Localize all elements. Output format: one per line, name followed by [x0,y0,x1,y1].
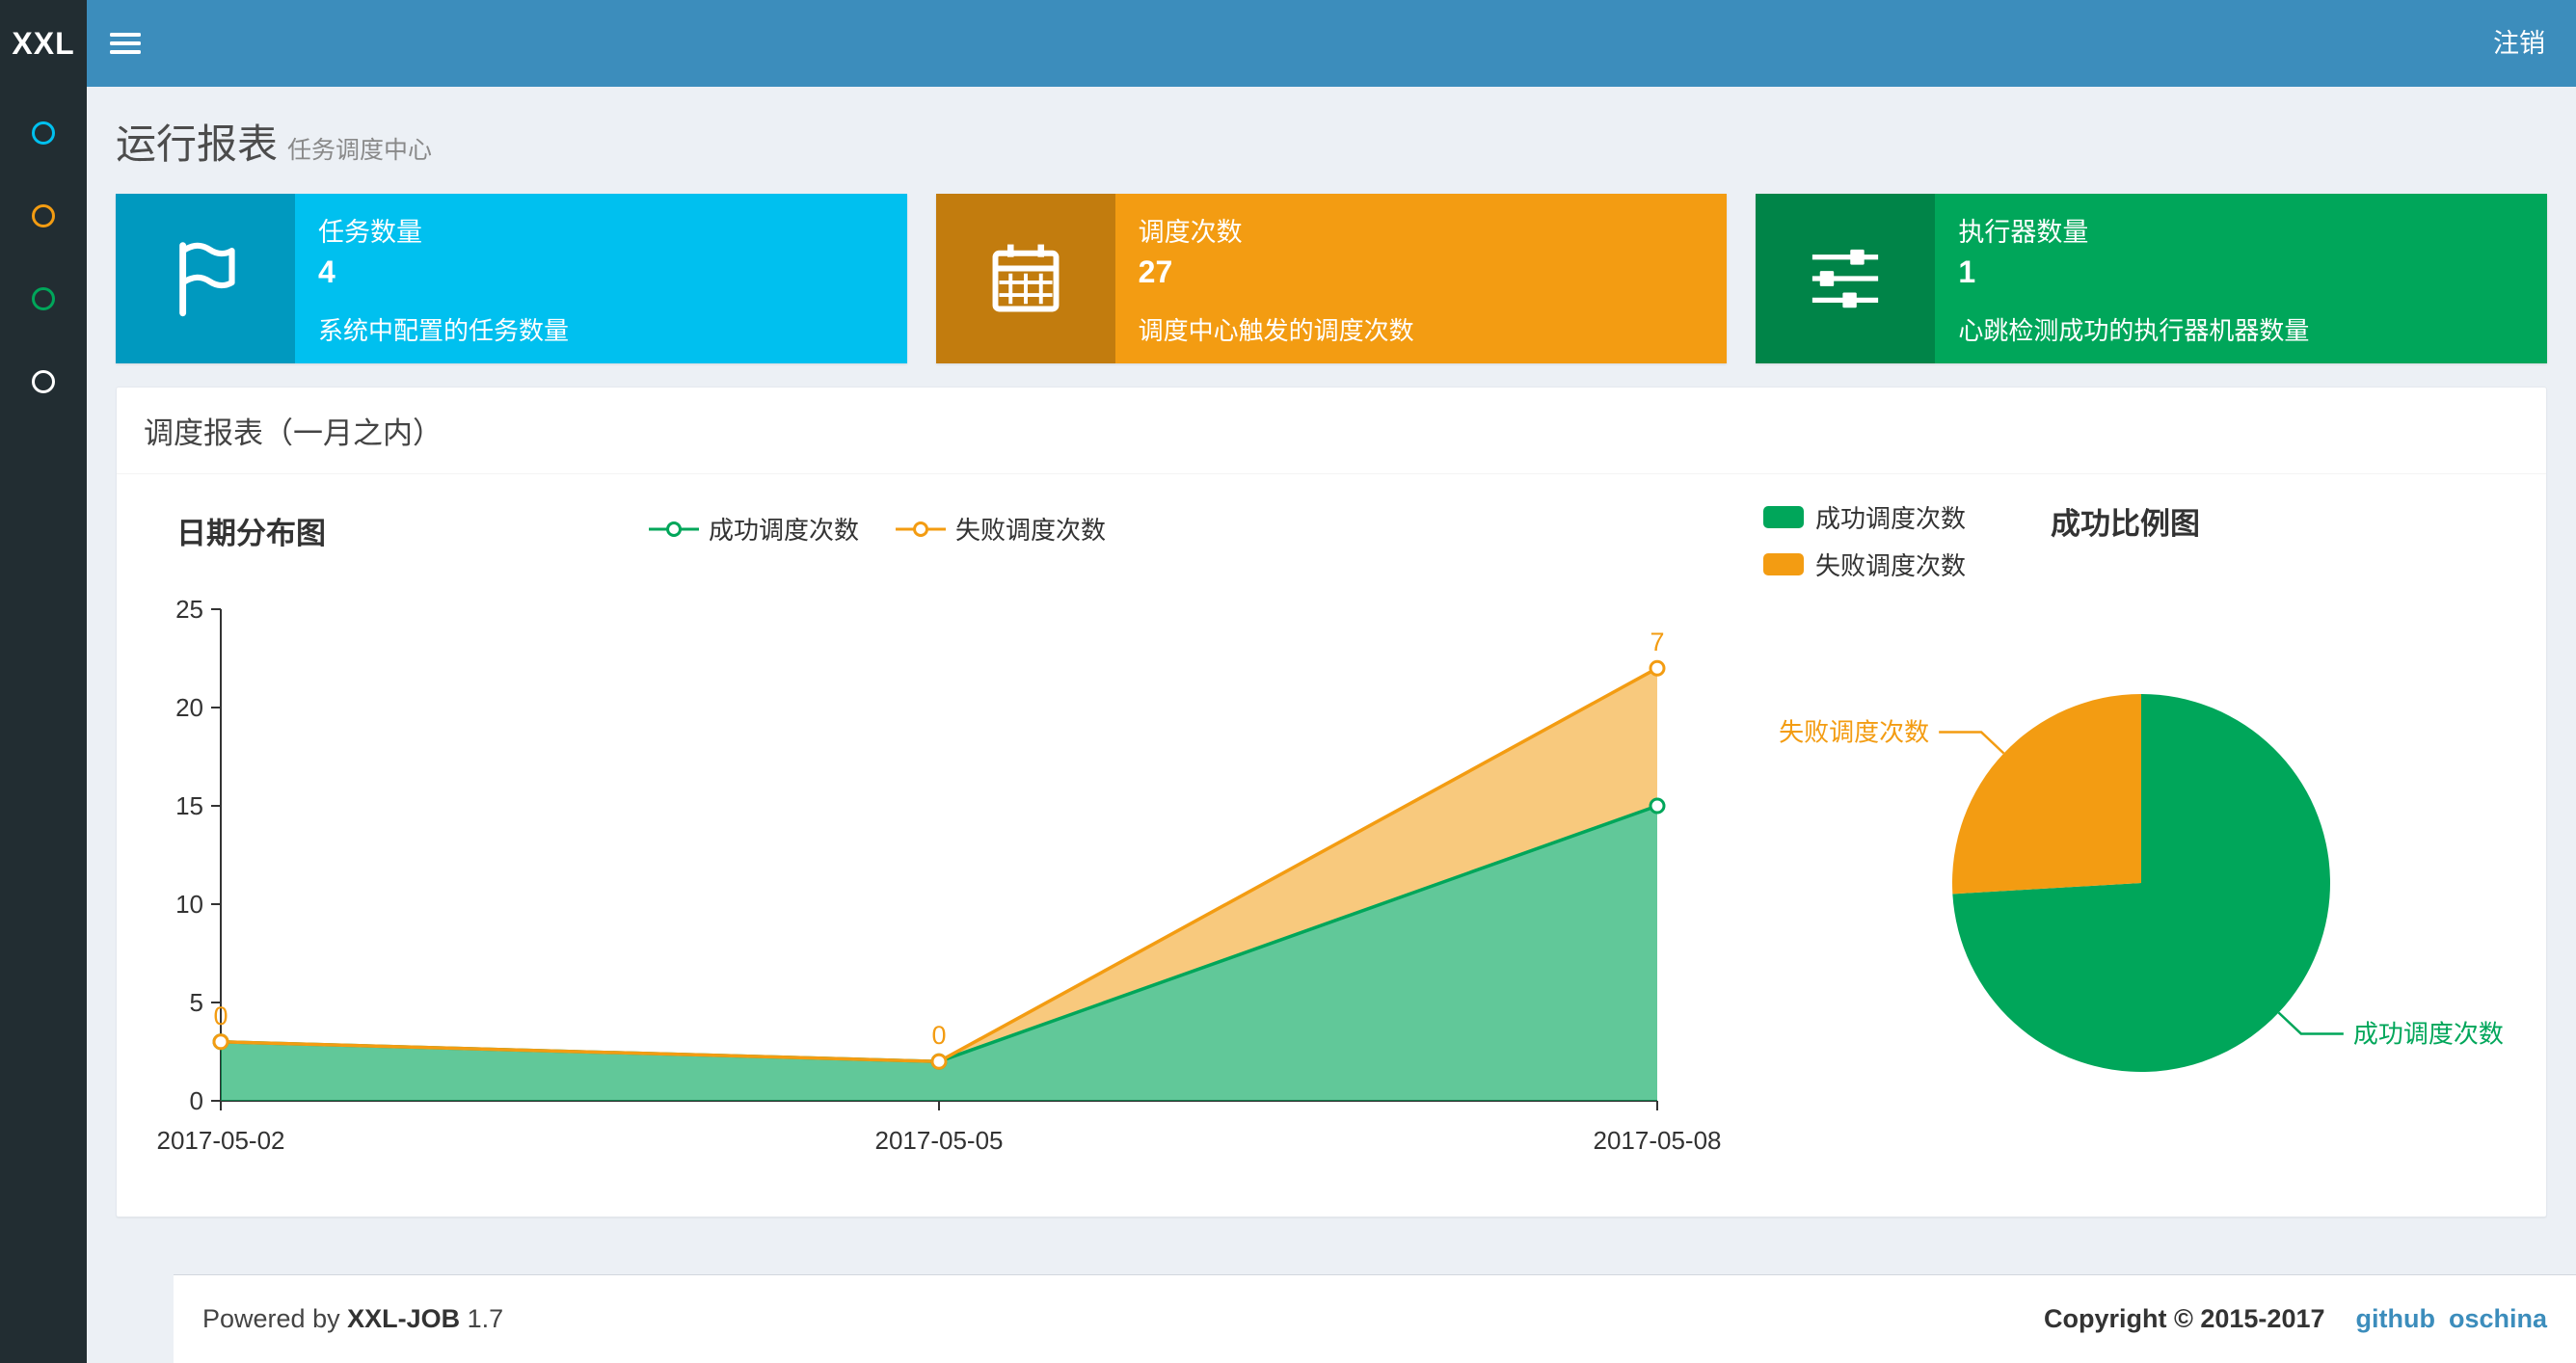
svg-text:10: 10 [175,890,203,919]
line-chart-svg: 05101520252017-05-02 2017-05-05 2017-05-08… [157,595,1722,1155]
info-box-description: 系统中配置的任务数量 [318,315,570,345]
info-box-title: 执行器数量 [1958,217,2089,247]
info-box-value: 27 [1138,254,1173,289]
charts-container: 日期分布图 成功调度次数 失败调度次数 0 5 10 15 20 25 2017… [117,474,2546,1216]
github-link[interactable]: github [2356,1304,2435,1334]
product-name: XXL-JOB [347,1304,461,1333]
page-title: 运行报表 [116,121,279,167]
sidebar-item-1-icon[interactable] [32,121,55,145]
sliders-icon [1756,194,1936,363]
svg-text:成功调度次数: 成功调度次数 [2353,1019,2504,1048]
legend-label: 失败调度次数 [955,516,1107,545]
logout-link[interactable]: 注销 [2462,0,2576,87]
stat-boxes-row: 任务数量 4 系统中配置的任务数量 调度次数 27 调度中心触发的调度次数 执行… [87,174,2576,363]
hamburger-icon [110,33,141,54]
info-box-value: 1 [1958,254,1976,289]
info-box-title: 任务数量 [318,217,422,247]
main-content: 运行报表 任务调度中心 任务数量 4 系统中配置的任务数量 调度次数 27 调度… [87,0,2576,1363]
svg-text:0: 0 [931,1021,946,1050]
green-swatch-icon [1763,506,1804,528]
oschina-link[interactable]: oschina [2449,1304,2547,1334]
line-marker-icon [896,521,947,537]
info-box-job-count: 任务数量 4 系统中配置的任务数量 [116,194,907,363]
info-box-title: 调度次数 [1138,217,1243,247]
sidebar-item-3-icon[interactable] [32,287,55,310]
pie-legend-success[interactable]: 成功调度次数 [1763,499,1966,535]
svg-text:15: 15 [175,791,203,820]
info-box-content: 任务数量 4 系统中配置的任务数量 [295,194,907,363]
pie-chart-svg: 成功调度次数 失败调度次数 [1779,694,2504,1072]
svg-text:0: 0 [190,1086,203,1115]
pie-chart-legend: 成功调度次数 失败调度次数 [1763,499,1966,594]
page-footer: Powered by XXL-JOB 1.7 Copyright © 2015-… [174,1274,2576,1363]
report-panel-title: 调度报表（一月之内） [117,388,2546,474]
info-box-executor-count: 执行器数量 1 心跳检测成功的执行器机器数量 [1756,194,2548,363]
sidebar-toggle-button[interactable] [87,0,164,87]
info-box-value: 4 [318,254,335,289]
info-box-trigger-count: 调度次数 27 调度中心触发的调度次数 [935,194,1728,363]
legend-label: 失败调度次数 [1815,551,1967,580]
orange-swatch-icon [1763,553,1804,575]
pie-chart-title: 成功比例图 [2051,507,2201,541]
sidebar [0,87,87,1363]
line-chart-legend: 成功调度次数 失败调度次数 [649,511,1142,547]
svg-text:2017-05-02: 2017-05-02 [157,1126,285,1155]
top-navbar: XXL 注销 [0,0,2576,87]
line-chart-title: 日期分布图 [176,516,326,550]
svg-text:25: 25 [175,595,203,624]
pie-legend-fail[interactable]: 失败调度次数 [1763,547,1966,582]
svg-text:2017-05-08: 2017-05-08 [1594,1126,1722,1155]
line-marker-icon [649,521,700,537]
legend-label: 成功调度次数 [709,516,860,545]
svg-text:20: 20 [175,693,203,722]
success-ratio-chart: 成功调度次数 失败调度次数 成功比例图 成功调度次数 失败调度次数 [1736,499,2527,1188]
info-box-description: 调度中心触发的调度次数 [1138,315,1414,345]
app-logo[interactable]: XXL [0,0,87,87]
svg-text:0: 0 [213,1002,228,1030]
report-panel: 调度报表（一月之内） 日期分布图 成功调度次数 失败调度次数 0 5 10 15… [116,387,2547,1217]
flag-icon [116,194,295,363]
legend-item-fail[interactable]: 失败调度次数 [896,511,1106,547]
calendar-icon [935,194,1115,363]
info-box-description: 心跳检测成功的执行器机器数量 [1958,315,2310,345]
powered-by-text: Powered by XXL-JOB 1.7 [202,1304,504,1333]
svg-text:5: 5 [190,988,203,1017]
date-distribution-chart: 日期分布图 成功调度次数 失败调度次数 0 5 10 15 20 25 2017… [134,499,1736,1188]
svg-text:失败调度次数: 失败调度次数 [1779,718,1929,747]
legend-label: 成功调度次数 [1815,504,1967,533]
svg-text:7: 7 [1650,628,1664,656]
svg-text:2017-05-05: 2017-05-05 [875,1126,1004,1155]
sidebar-item-2-icon[interactable] [32,204,55,227]
sidebar-menu [0,87,87,453]
page-subtitle: 任务调度中心 [287,137,433,164]
sidebar-item-4-icon[interactable] [32,370,55,393]
copyright-text: Copyright © 2015-2017 [2043,1304,2325,1333]
legend-item-success[interactable]: 成功调度次数 [649,511,859,547]
content-header: 运行报表 任务调度中心 [87,87,2576,174]
info-box-content: 执行器数量 1 心跳检测成功的执行器机器数量 [1935,194,2547,363]
info-box-content: 调度次数 27 调度中心触发的调度次数 [1115,194,1728,363]
